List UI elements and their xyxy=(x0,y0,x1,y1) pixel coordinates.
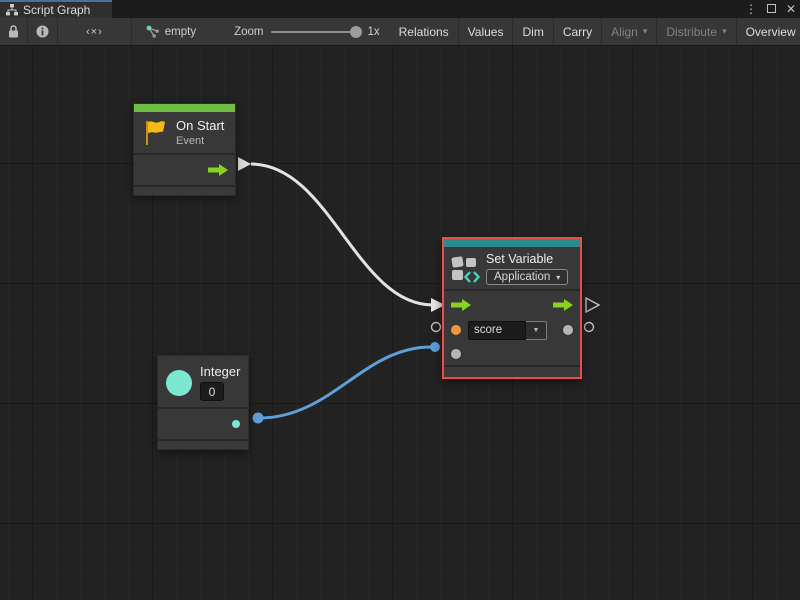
zoom-slider-handle[interactable] xyxy=(350,26,362,38)
node-subtitle: Event xyxy=(176,135,224,147)
variable-name-port[interactable] xyxy=(451,325,461,335)
variable-name-field[interactable]: score ▼ xyxy=(468,321,547,340)
chevrons-icon xyxy=(464,271,480,283)
integer-output-port[interactable] xyxy=(232,420,240,428)
node-title: Integer xyxy=(200,364,240,379)
unconnected-output-socket[interactable] xyxy=(585,323,594,332)
node-footer xyxy=(444,367,580,375)
chevron-down-icon: ▾ xyxy=(643,26,648,37)
variable-color-stripe xyxy=(444,239,580,247)
tab-script-graph[interactable]: Script Graph xyxy=(0,0,112,18)
chevron-down-icon: ▾ xyxy=(556,273,560,282)
graph-toolbar: ‹×› empty Zoom 1x Relations Values Dim C… xyxy=(0,18,800,46)
info-icon xyxy=(36,25,49,38)
node-footer xyxy=(158,441,248,449)
variable-name-value[interactable]: score xyxy=(468,321,526,340)
zoom-control: Zoom 1x xyxy=(206,18,390,45)
node-footer xyxy=(134,187,235,195)
tab-label: Script Graph xyxy=(23,3,90,17)
flow-output-port[interactable] xyxy=(208,164,228,176)
distribute-button[interactable]: Distribute▾ xyxy=(657,18,736,45)
value-wire-target-dot[interactable] xyxy=(430,342,440,352)
unity-visual-scripting-window: Script Graph ⋮ ✕ ‹×› xyxy=(0,0,800,600)
maximize-icon xyxy=(767,4,776,13)
control-wire[interactable] xyxy=(251,164,433,305)
control-wire-source-arrow[interactable] xyxy=(238,157,251,171)
connection-layer xyxy=(0,46,800,600)
node-title: Set Variable xyxy=(486,252,568,266)
chevron-down-icon: ▾ xyxy=(722,26,727,37)
event-color-stripe xyxy=(134,104,235,112)
window-maximize-button[interactable] xyxy=(767,0,776,18)
zoom-label: Zoom xyxy=(234,26,263,38)
inspect-code-button[interactable]: ‹×› xyxy=(58,18,132,45)
unconnected-output-flow-socket[interactable] xyxy=(586,298,599,312)
align-button[interactable]: Align▾ xyxy=(602,18,657,45)
selection-frame: Set Variable Application ▾ xyxy=(442,237,582,379)
lock-button[interactable] xyxy=(0,18,28,45)
node-title: On Start xyxy=(176,118,224,133)
flag-icon xyxy=(142,119,168,147)
flow-input-port[interactable] xyxy=(451,299,471,311)
tab-bar: Script Graph ⋮ ✕ xyxy=(0,0,800,18)
variable-scope-dropdown[interactable]: Application ▾ xyxy=(486,269,568,285)
node-set-variable[interactable]: Set Variable Application ▾ xyxy=(444,239,580,377)
node-integer[interactable]: Integer 0 xyxy=(157,355,249,450)
info-button[interactable] xyxy=(28,18,58,45)
integer-value-field[interactable]: 0 xyxy=(200,382,224,401)
empty-label: empty xyxy=(165,26,196,38)
set-variable-icon xyxy=(452,256,478,282)
window-close-button[interactable]: ✕ xyxy=(786,0,796,18)
carry-button[interactable]: Carry xyxy=(554,18,602,45)
flow-output-port[interactable] xyxy=(553,299,573,311)
window-controls: ⋮ ✕ xyxy=(745,0,796,18)
values-button[interactable]: Values xyxy=(459,18,514,45)
zoom-slider[interactable] xyxy=(271,31,359,33)
value-output-port[interactable] xyxy=(563,325,573,335)
graph-pointer-indicator: empty xyxy=(132,18,206,45)
value-wire-source-dot[interactable] xyxy=(253,413,264,424)
graph-pointer-icon xyxy=(146,25,160,38)
value-input-port[interactable] xyxy=(451,349,461,359)
value-wire[interactable] xyxy=(259,347,431,418)
zoom-value: 1x xyxy=(367,26,379,38)
overview-button[interactable]: Overview xyxy=(737,18,800,45)
integer-type-icon xyxy=(166,370,192,396)
graph-canvas[interactable]: On Start Event xyxy=(0,46,800,600)
script-graph-icon xyxy=(6,4,18,16)
dim-button[interactable]: Dim xyxy=(513,18,553,45)
variable-name-dropdown-button[interactable]: ▼ xyxy=(526,321,547,340)
lock-icon xyxy=(8,25,19,38)
unconnected-input-socket[interactable] xyxy=(432,323,441,332)
window-menu-button[interactable]: ⋮ xyxy=(745,0,757,18)
caret-down-icon: ▼ xyxy=(533,327,540,334)
node-on-start[interactable]: On Start Event xyxy=(133,103,236,196)
relations-button[interactable]: Relations xyxy=(390,18,459,45)
